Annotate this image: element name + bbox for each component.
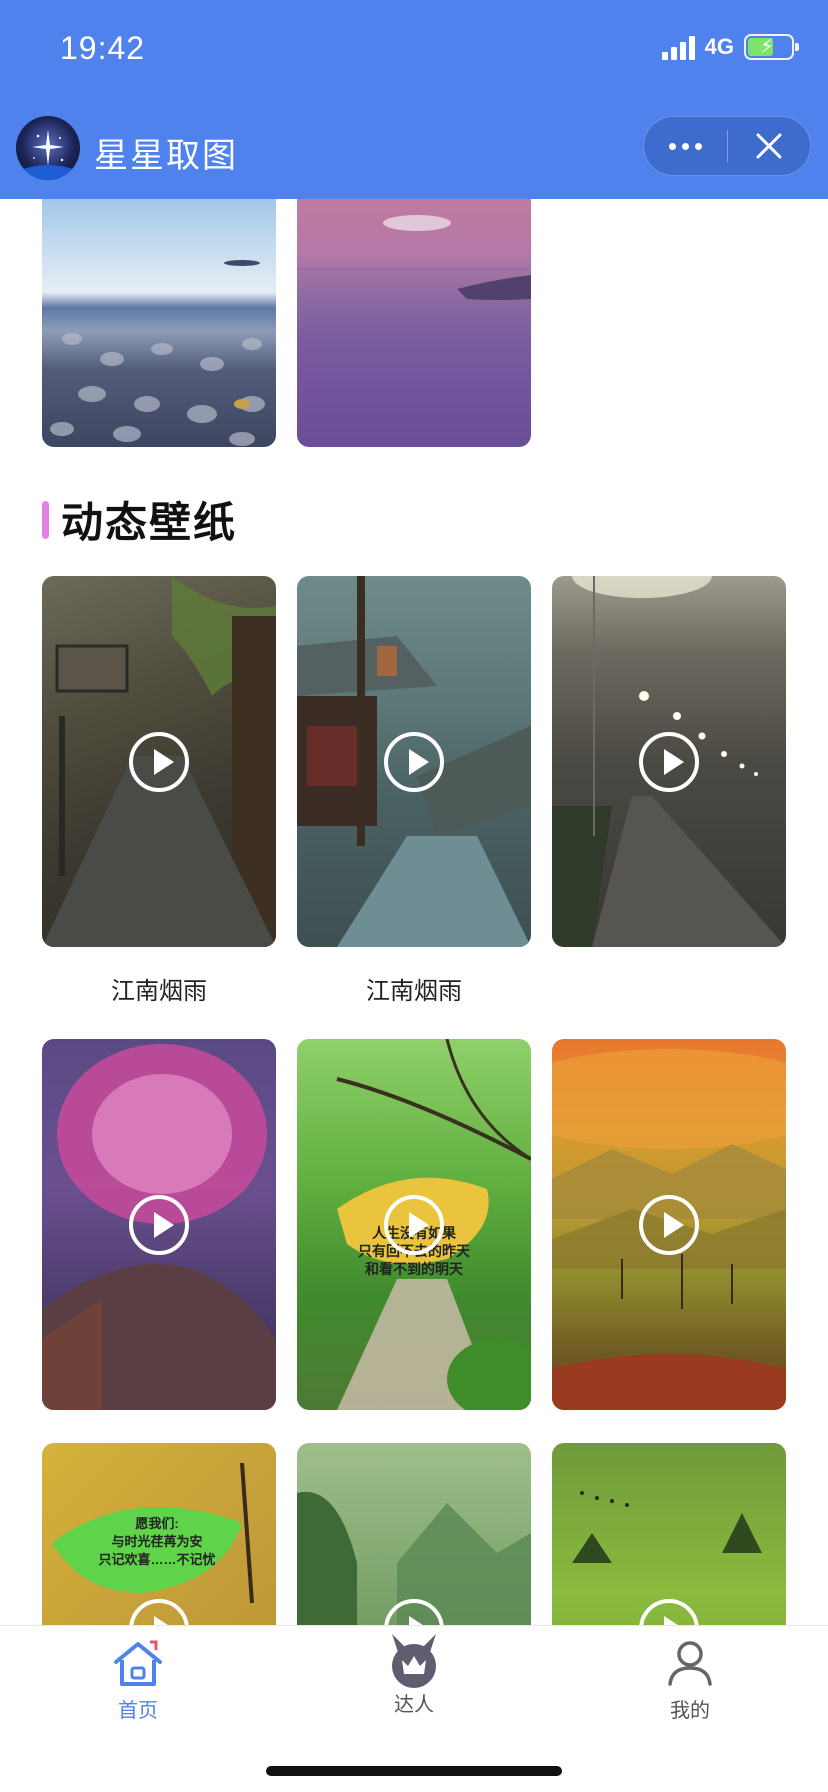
tab-home[interactable]: 首页 [0, 1626, 276, 1736]
top-bar: 19:42 4G ⚡ 星星取图 [0, 0, 828, 199]
close-button[interactable] [728, 117, 810, 175]
tab-label: 我的 [670, 1700, 710, 1722]
user-icon [668, 1641, 712, 1686]
section-accent-bar [42, 500, 49, 539]
wallpaper-caption: 江南烟雨 [111, 978, 207, 1005]
battery-icon: ⚡ [744, 34, 799, 60]
status-indicators: 4G ⚡ [661, 34, 799, 60]
app-logo [16, 116, 80, 180]
live-wallpaper-card[interactable] [552, 1039, 786, 1410]
tab-label: 达人 [394, 1694, 434, 1716]
live-wallpaper-card[interactable] [42, 576, 276, 947]
dot-icon [682, 142, 689, 150]
content-area[interactable]: 动态壁纸 江南烟雨 江南烟雨 人生没有如果 只有回不去的昨天 和看不到的明天 愿… [0, 199, 828, 1625]
live-wallpaper-card[interactable]: 人生没有如果 只有回不去的昨天 和看不到的明天 [297, 1039, 531, 1410]
dot-icon [695, 142, 702, 150]
wallpaper-card-pebble-beach[interactable] [42, 199, 276, 447]
play-icon[interactable] [384, 1194, 444, 1255]
home-icon [114, 1640, 162, 1686]
play-icon[interactable] [129, 731, 189, 792]
tab-label: 首页 [118, 1700, 158, 1722]
live-wallpaper-card[interactable] [297, 576, 531, 947]
page-title: 星星取图 [94, 137, 238, 175]
play-icon[interactable] [384, 731, 444, 792]
play-icon[interactable] [639, 731, 699, 792]
network-label: 4G [704, 34, 734, 59]
more-button[interactable] [644, 117, 727, 175]
play-icon[interactable] [129, 1194, 189, 1255]
live-wallpaper-card[interactable] [552, 576, 786, 947]
live-wallpaper-card[interactable] [42, 1039, 276, 1410]
leaf-quote: 愿我们: 与时光荏苒为安 只记欢喜……不记忧 [98, 1516, 216, 1567]
status-time: 19:42 [60, 30, 146, 66]
home-indicator [266, 1766, 562, 1776]
close-icon [756, 133, 782, 159]
play-icon[interactable] [639, 1194, 699, 1255]
live-wallpaper-card[interactable] [552, 1443, 786, 1625]
mini-program-capsule [643, 116, 811, 176]
dot-icon [669, 142, 676, 150]
live-wallpaper-card[interactable] [297, 1443, 531, 1625]
tab-mine[interactable]: 我的 [552, 1626, 828, 1736]
section-header: 动态壁纸 [42, 489, 237, 550]
section-title: 动态壁纸 [61, 499, 238, 546]
tab-experts[interactable]: 达人 [276, 1626, 552, 1736]
wallpaper-caption: 江南烟雨 [366, 978, 462, 1005]
bottom-tab-bar: 首页 达人 我的 [0, 1625, 828, 1792]
live-wallpaper-card[interactable]: 愿我们: 与时光荏苒为安 只记欢喜……不记忧 [42, 1443, 276, 1625]
wallpaper-card-purple-sea[interactable] [297, 199, 531, 447]
crown-icon [392, 1634, 436, 1688]
signal-icon [661, 34, 695, 60]
